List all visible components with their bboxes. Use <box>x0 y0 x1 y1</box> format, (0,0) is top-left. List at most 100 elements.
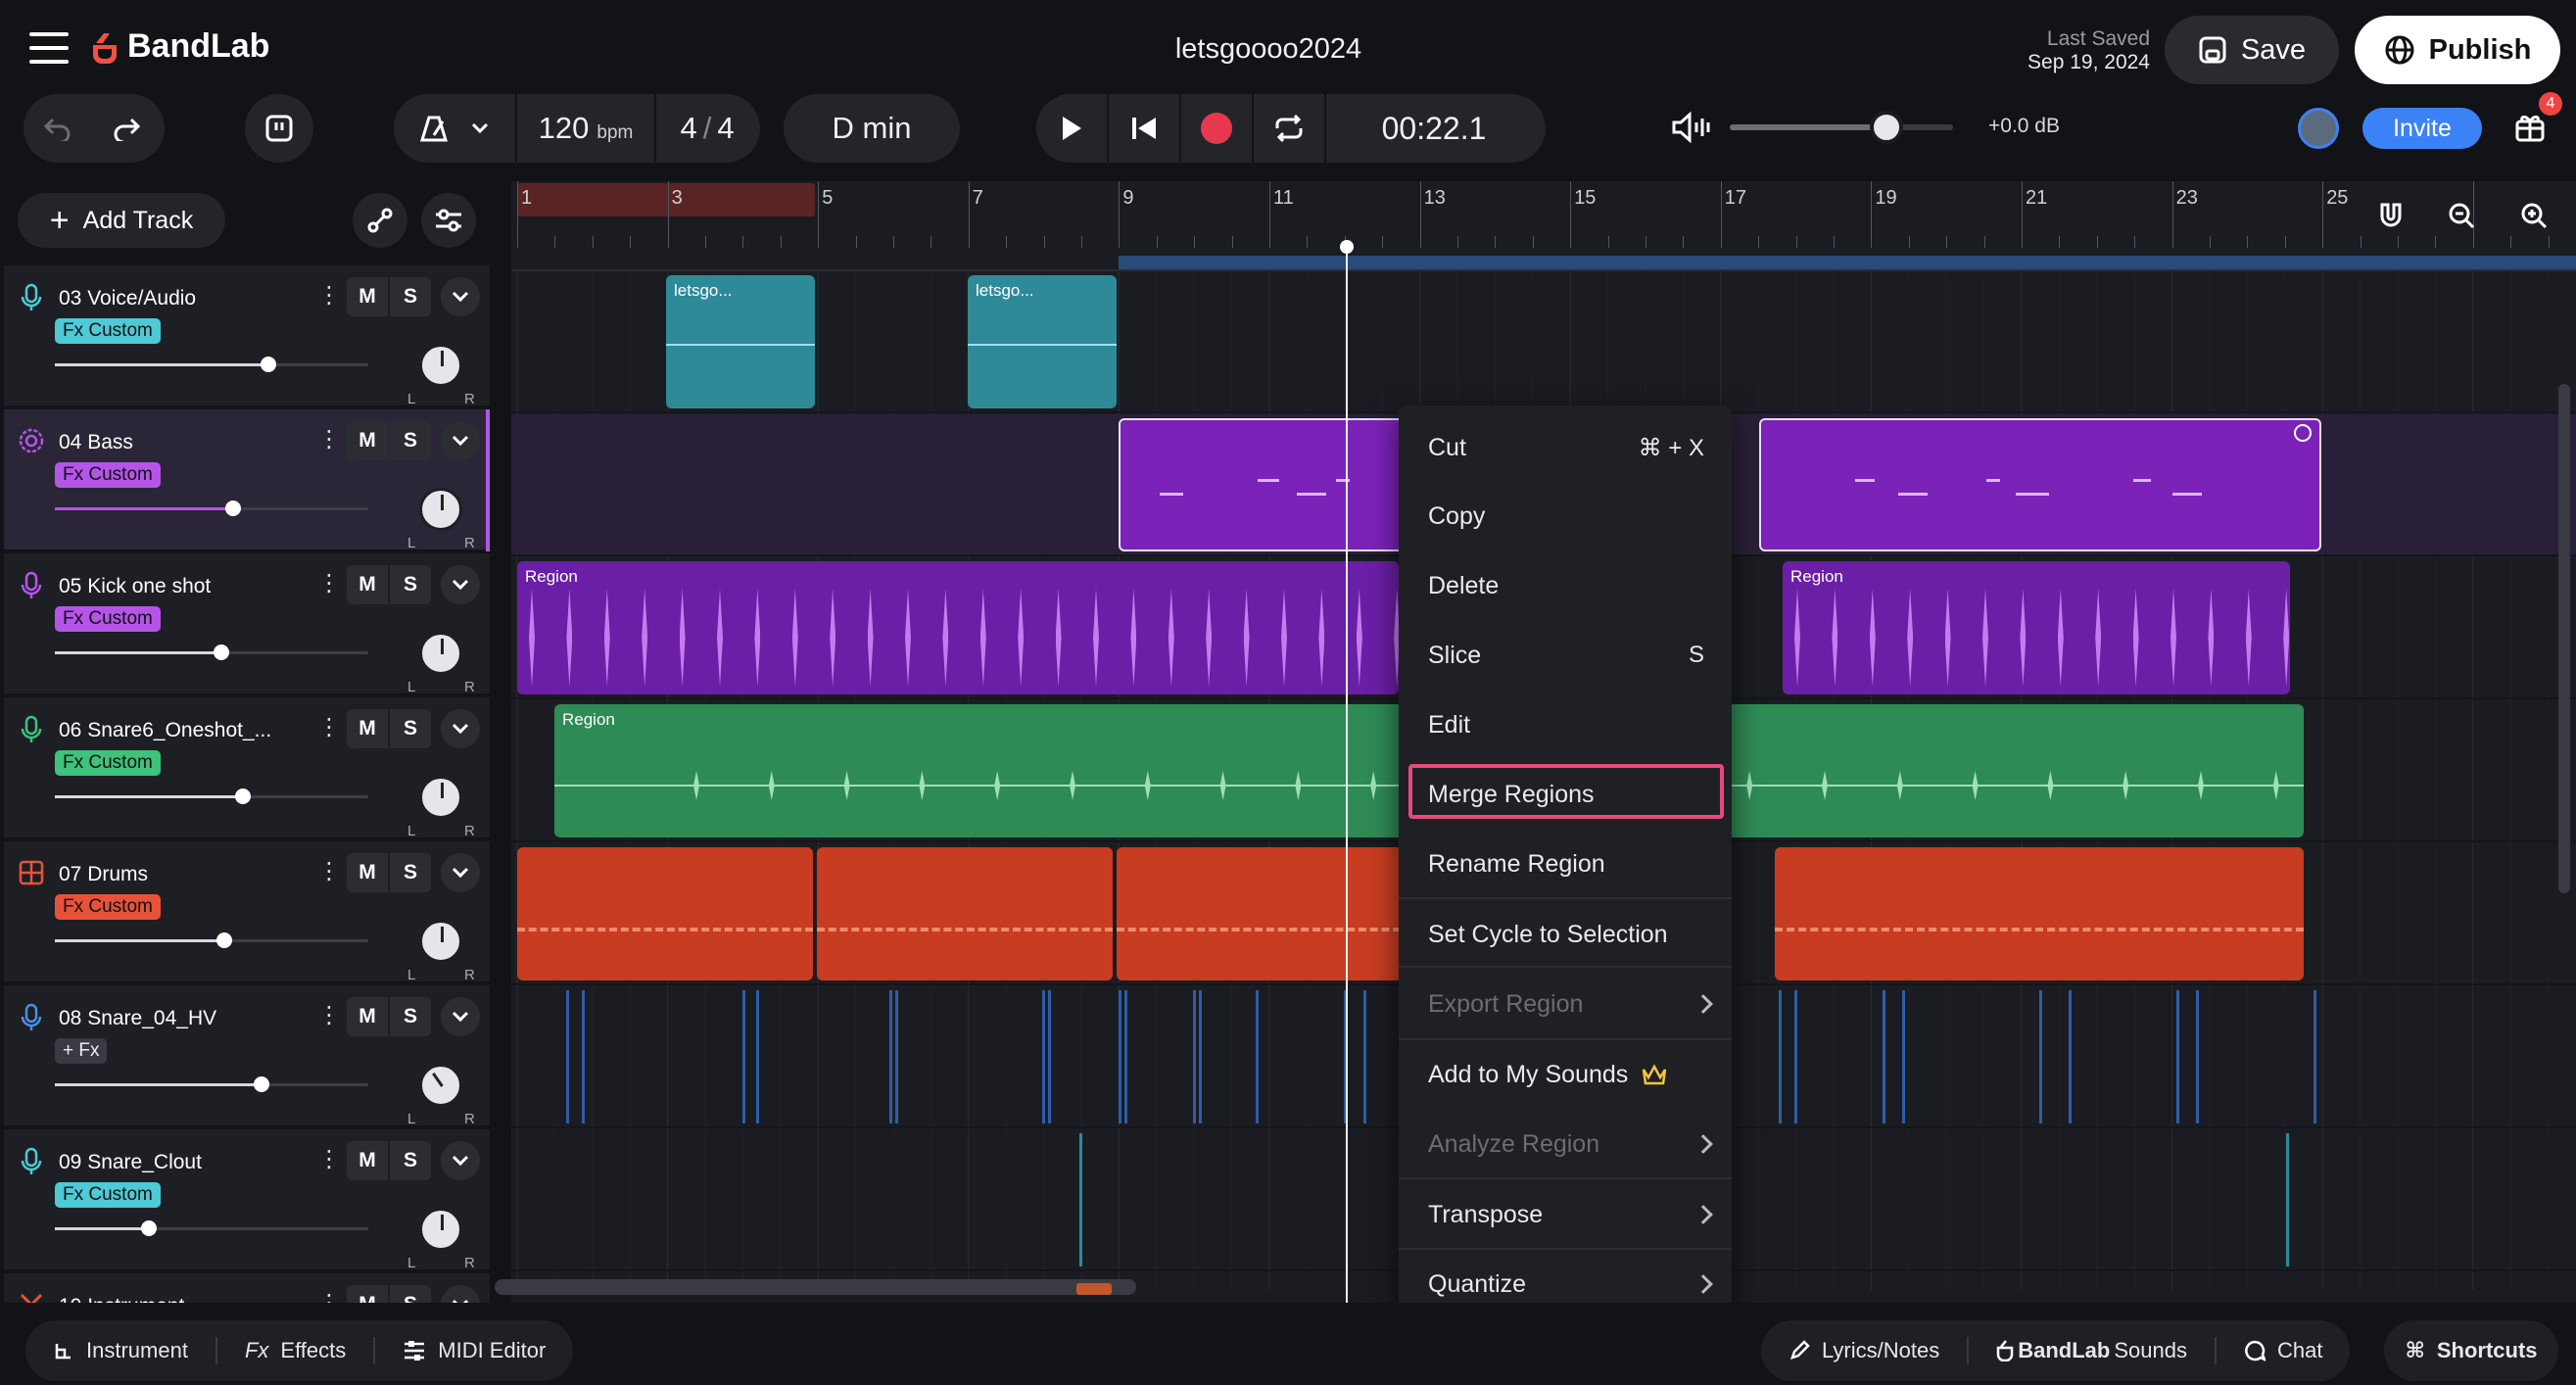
menu-item-copy[interactable]: Copy <box>1399 482 1732 550</box>
track-name[interactable]: 04 Bass <box>59 431 133 454</box>
mute-button[interactable]: M <box>347 565 388 604</box>
snap-magnet-button[interactable] <box>2376 201 2419 244</box>
zoom-in-button[interactable] <box>2519 201 2562 244</box>
track-header[interactable]: 09 Snare_Clout ⋮ M S Fx Custom L R <box>4 1129 490 1271</box>
publish-button[interactable]: Publish <box>2355 16 2560 84</box>
track-header[interactable]: 06 Snare6_Oneshot_... ⋮ M S Fx Custom L … <box>4 697 490 839</box>
solo-button[interactable]: S <box>390 277 431 316</box>
user-avatar[interactable] <box>2298 108 2339 149</box>
volume-thumb[interactable] <box>260 357 276 372</box>
mute-button[interactable]: M <box>347 421 388 460</box>
track-name[interactable]: 03 Voice/Audio <box>59 287 196 310</box>
menu-item-add-to-my-sounds[interactable]: Add to My Sounds <box>1399 1040 1732 1109</box>
mute-button[interactable]: M <box>347 1141 388 1180</box>
solo-button[interactable]: S <box>390 1141 431 1180</box>
bandlab-logo[interactable]: BandLab <box>90 27 269 66</box>
fx-badge[interactable]: Fx Custom <box>55 462 161 488</box>
track-volume-slider[interactable] <box>55 645 368 660</box>
pan-knob[interactable] <box>419 776 462 819</box>
drum-region[interactable] <box>517 847 813 980</box>
bpm-field[interactable]: 120 bpm <box>517 111 654 146</box>
menu-item-edit[interactable]: Edit <box>1399 691 1732 759</box>
view-toggle-button[interactable] <box>245 94 313 163</box>
drum-region[interactable] <box>817 847 1113 980</box>
save-button[interactable]: Save <box>2165 16 2339 84</box>
track-header[interactable]: 04 Bass ⋮ M S Fx Custom L R <box>4 409 490 551</box>
track-options-icon[interactable]: ⋮ <box>317 1145 341 1173</box>
track-header[interactable]: 07 Drums ⋮ M S Fx Custom L R <box>4 841 490 983</box>
cycle-range-marker[interactable] <box>517 183 815 216</box>
mute-button[interactable]: M <box>347 277 388 316</box>
track-volume-slider[interactable] <box>55 357 368 372</box>
solo-button[interactable]: S <box>390 997 431 1036</box>
playhead-handle[interactable] <box>1340 240 1354 254</box>
volume-thumb[interactable] <box>141 1220 157 1236</box>
master-volume-thumb[interactable] <box>1869 111 1903 144</box>
track-volume-slider[interactable] <box>55 788 368 804</box>
midi-region[interactable] <box>1119 418 1412 551</box>
track-header[interactable]: 03 Voice/Audio ⋮ M S Fx Custom L R <box>4 265 490 407</box>
track-expand-button[interactable] <box>441 277 480 316</box>
shortcuts-button[interactable]: ⌘ Shortcuts <box>2384 1320 2558 1381</box>
track-options-icon[interactable]: ⋮ <box>317 857 341 885</box>
pan-knob[interactable] <box>419 344 462 387</box>
menu-item-slice[interactable]: Slice S <box>1399 621 1732 690</box>
playhead[interactable] <box>1346 243 1348 1303</box>
solo-button[interactable]: S <box>390 565 431 604</box>
automation-button[interactable] <box>353 193 407 248</box>
audio-region[interactable]: Region <box>517 561 1399 694</box>
track-header[interactable]: 08 Snare_04_HV ⋮ M S + Fx L R <box>4 985 490 1127</box>
audio-region[interactable]: Region <box>1783 561 2290 694</box>
track-volume-slider[interactable] <box>55 1220 368 1236</box>
track-volume-slider[interactable] <box>55 501 368 516</box>
loop-refresh-icon[interactable] <box>2294 424 2312 442</box>
add-track-button[interactable]: + Add Track <box>18 193 225 248</box>
undo-button[interactable] <box>24 94 92 163</box>
fx-badge[interactable]: Fx Custom <box>55 750 161 776</box>
drum-region[interactable] <box>1117 847 1412 980</box>
menu-item-set-cycle-to-selection[interactable]: Set Cycle to Selection <box>1399 900 1732 969</box>
track-volume-slider[interactable] <box>55 1076 368 1092</box>
chat-tab[interactable]: Chat <box>2217 1338 2350 1363</box>
audio-region[interactable]: letsgo... <box>968 275 1117 408</box>
midi-editor-tab[interactable]: MIDI Editor <box>375 1338 573 1363</box>
pan-knob[interactable] <box>419 1064 462 1107</box>
bandlab-sounds-tab[interactable]: BandLab Sounds <box>1969 1338 2215 1363</box>
track-expand-button[interactable] <box>441 421 480 460</box>
effects-tab[interactable]: Fx Effects <box>217 1338 373 1363</box>
loop-button[interactable] <box>1254 94 1324 163</box>
track-expand-button[interactable] <box>441 853 480 892</box>
zoom-out-button[interactable] <box>2447 201 2490 244</box>
fx-badge[interactable]: Fx Custom <box>55 894 161 920</box>
track-name[interactable]: 07 Drums <box>59 863 148 886</box>
track-options-icon[interactable]: ⋮ <box>317 1001 341 1029</box>
volume-thumb[interactable] <box>215 932 232 948</box>
track-name[interactable]: 08 Snare_04_HV <box>59 1007 216 1030</box>
track-expand-button[interactable] <box>441 709 480 748</box>
lyrics-notes-tab[interactable]: Lyrics/Notes <box>1761 1338 1967 1363</box>
track-name[interactable]: 09 Snare_Clout <box>59 1151 202 1174</box>
hamburger-menu-icon[interactable] <box>29 32 69 64</box>
menu-item-cut[interactable]: Cut ⌘ + X <box>1399 413 1732 482</box>
fx-badge[interactable]: Fx Custom <box>55 1182 161 1208</box>
track-settings-button[interactable] <box>421 193 476 248</box>
audio-region[interactable]: letsgo... <box>666 275 815 408</box>
track-options-icon[interactable]: ⋮ <box>317 281 341 310</box>
speaker-icon[interactable] <box>1671 112 1710 143</box>
fx-badge[interactable]: Fx Custom <box>55 606 161 632</box>
metronome-button[interactable] <box>394 94 515 163</box>
pan-knob[interactable] <box>419 488 462 531</box>
project-title[interactable]: letsgoooo2024 <box>1077 33 1459 66</box>
key-button[interactable]: D min <box>784 94 960 163</box>
pan-knob[interactable] <box>419 632 462 675</box>
time-signature-field[interactable]: 4 / 4 <box>656 111 758 146</box>
timeline-ruler[interactable]: 1 3 5 7 9 11 13 15 17 19 21 23 25 <box>511 181 2576 271</box>
fx-badge[interactable]: Fx Custom <box>55 318 161 344</box>
track-options-icon[interactable]: ⋮ <box>317 425 341 454</box>
redo-button[interactable] <box>92 94 161 163</box>
mute-button[interactable]: M <box>347 709 388 748</box>
mute-button[interactable]: M <box>347 853 388 892</box>
record-button[interactable] <box>1181 94 1252 163</box>
volume-thumb[interactable] <box>254 1076 270 1092</box>
volume-thumb[interactable] <box>235 788 251 804</box>
